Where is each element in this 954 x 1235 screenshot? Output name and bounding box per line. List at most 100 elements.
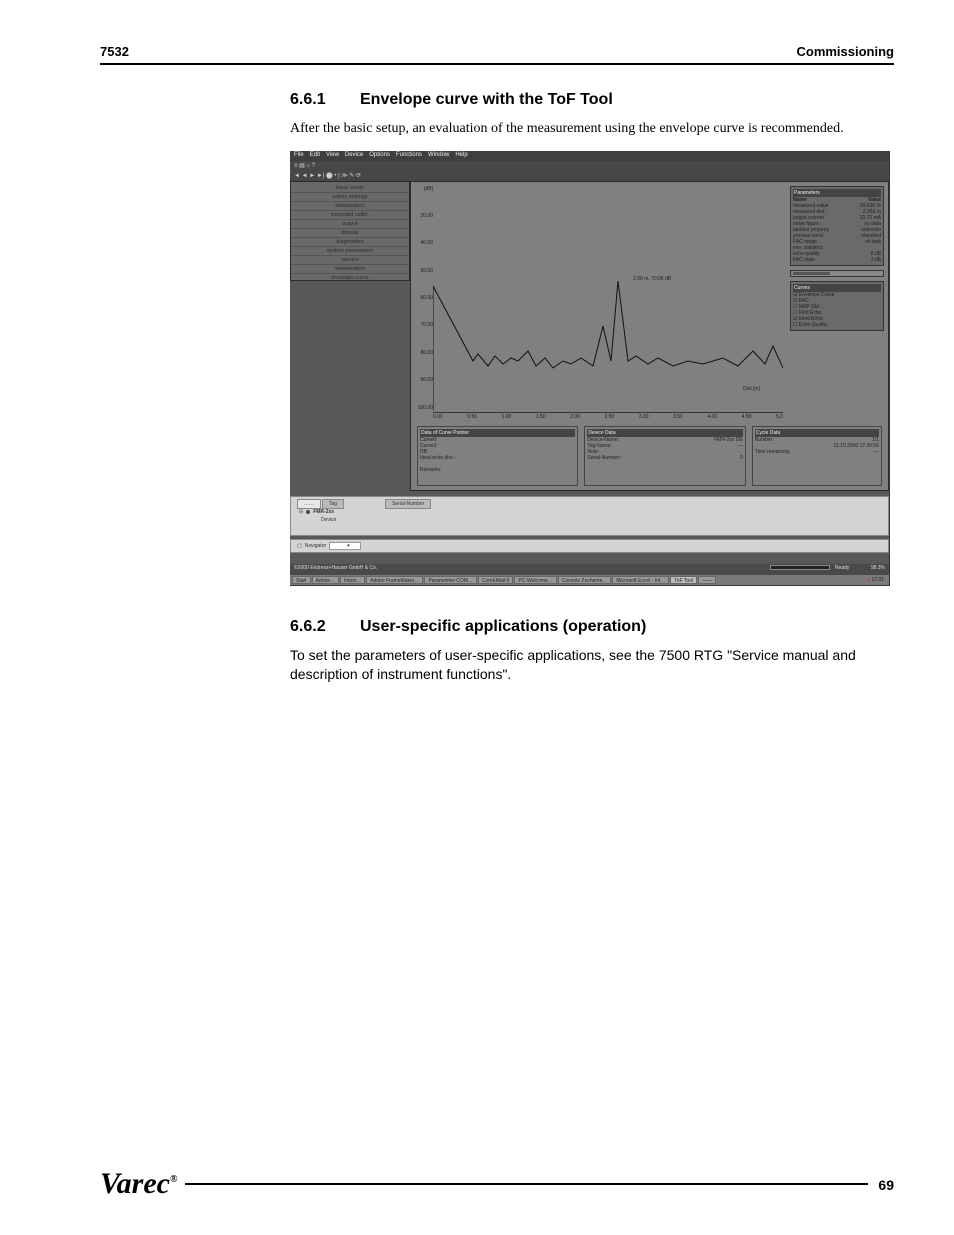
menu-item[interactable]: File — [294, 152, 304, 160]
sidebar-item[interactable]: output — [291, 220, 409, 229]
sidebar-item[interactable]: safety settings — [291, 193, 409, 202]
sidebar-item[interactable]: basic setup — [291, 184, 409, 193]
menubar[interactable]: File Edit View Device Options Functions … — [290, 151, 889, 161]
device-sub-label: Device — [321, 517, 336, 523]
peak-annotation: 2.96 m, 70.05 dB — [633, 276, 671, 282]
device-list-tabs[interactable]: …… Tag Serial-Number — [297, 499, 431, 509]
menu-item[interactable]: Edit — [310, 152, 320, 160]
taskbar-item[interactable]: Inbox… — [340, 576, 365, 584]
sidebar-item[interactable]: linearisation — [291, 202, 409, 211]
taskbar-item[interactable]: Parametrier-COM… — [424, 576, 476, 584]
sidebar-item[interactable]: envelope curve — [291, 274, 409, 283]
box-title: Curves — [793, 284, 881, 292]
section-6-6-1-body: After the basic setup, an evaluation of … — [290, 119, 894, 139]
sidebar-item[interactable]: linearization — [291, 265, 409, 274]
info-row: Serial-Number:0 — [587, 455, 742, 461]
toolbar-nav[interactable]: ◄ ◄ ► ►| ⬤ • | ≫ ✎ ⟳ — [290, 171, 889, 181]
section-number: 6.6.2 — [290, 618, 360, 636]
plot-area[interactable]: 2.96 m, 70.05 dB Dist [m] — [433, 186, 783, 411]
envelope-plot-panel: [dB] 20.00 40.00 50.00 60.00 70.00 80.00… — [410, 181, 889, 491]
menu-item[interactable]: Options — [369, 152, 390, 160]
x-tick: 1.00 — [502, 414, 512, 420]
section-number: 6.6.1 — [290, 91, 360, 109]
page-footer: Varec® 69 — [100, 1161, 894, 1195]
sidebar-item[interactable]: service — [291, 256, 409, 265]
copyright-text: ©2000 Endress+Hauser GmbH & Co. — [294, 565, 377, 574]
section-6-6-1-heading: 6.6.1 Envelope curve with the ToF Tool — [290, 91, 894, 109]
menu-item[interactable]: Device — [345, 152, 363, 160]
tab[interactable]: Serial-Number — [385, 499, 431, 509]
curves-box: Curves ☑ Envelope Curve ☑ FAC ☐ MAP Old … — [790, 281, 884, 331]
device-list-window[interactable]: …… Tag Serial-Number ⊟ FMR-2xx Device — [290, 496, 889, 536]
device-tree-item[interactable]: ⊟ FMR-2xx — [299, 509, 334, 515]
sidebar-item[interactable]: extended calibr. — [291, 211, 409, 220]
box-title: Cycle Data — [755, 429, 879, 437]
tof-tool-screenshot: File Edit View Device Options Functions … — [290, 151, 890, 586]
y-tick: 80.00 — [415, 350, 433, 356]
remarks-label: Remarks: — [420, 467, 575, 473]
info-row: Time remaining:— — [755, 449, 879, 455]
taskbar-item[interactable]: ComEMail-0 — [478, 576, 514, 584]
box-title: Device Data — [587, 429, 742, 437]
menu-item[interactable]: Help — [455, 152, 467, 160]
x-tick: 5.0 — [776, 414, 783, 420]
x-tick: 3.50 — [673, 414, 683, 420]
menu-item[interactable]: View — [326, 152, 339, 160]
x-tick: 1.50 — [536, 414, 546, 420]
status-ready: Ready — [835, 565, 849, 571]
header-section: Commissioning — [796, 44, 894, 59]
footer-divider — [185, 1183, 868, 1185]
navigator-combo[interactable]: ▾ — [329, 542, 360, 550]
tab[interactable]: Tag — [322, 499, 344, 509]
device-data-box: Device Data Device-Name:FMR-2xx DE Tag-N… — [584, 426, 745, 486]
y-tick: 50.00 — [415, 268, 433, 274]
nav-sidebar[interactable]: basic setup safety settings linearisatio… — [290, 181, 410, 281]
bottom-info-row: Data of Curve Pointer Curve0: Curve3: DB… — [417, 426, 882, 486]
y-tick: 20.00 — [415, 213, 433, 219]
sidebar-item[interactable]: system parameters — [291, 247, 409, 256]
x-tick: 2.50 — [604, 414, 614, 420]
taskbar-item[interactable]: Microsoft Excel - Inf… — [612, 576, 669, 584]
taskbar-item[interactable]: Adobe… — [312, 576, 339, 584]
plot-y-axis: [dB] 20.00 40.00 50.00 60.00 70.00 80.00… — [415, 186, 433, 411]
box-title: Data of Curve Pointer — [420, 429, 575, 437]
toolbar[interactable]: ≡ ▤ ⌂ ? — [290, 161, 889, 171]
status-dot-icon — [306, 510, 310, 514]
menu-item[interactable]: Window — [428, 152, 449, 160]
taskbar-item[interactable]: PC-Welcome… — [514, 576, 556, 584]
taskbar-item-active[interactable]: ToF Tool — [670, 576, 697, 584]
info-row: Ideal echo dist.: — [420, 455, 575, 461]
start-button[interactable]: Start — [292, 576, 311, 584]
taskbar-clock: ● 17:31 — [864, 576, 887, 584]
x-tick: 0.50 — [467, 414, 477, 420]
status-bar: ©2000 Endress+Hauser GmbH & Co. Ready 98… — [290, 564, 889, 575]
curve-checkbox[interactable]: ☐ Echo Quality — [793, 322, 881, 328]
section-6-6-2-body: To set the parameters of user-specific a… — [290, 646, 894, 685]
varec-logo: Varec® — [100, 1167, 177, 1201]
page-header: 7532 Commissioning — [100, 44, 894, 65]
scrollbar[interactable] — [790, 270, 884, 277]
plot-x-axis: 0.00 0.50 1.00 1.50 2.00 2.50 3.00 3.50 … — [433, 412, 783, 420]
section-6-6-2-heading: 6.6.2 User-specific applications (operat… — [290, 618, 894, 636]
taskbar-item[interactable]: Adobe FrameMaker… — [366, 576, 423, 584]
sidebar-item[interactable]: display — [291, 229, 409, 238]
x-unit: Dist [m] — [743, 386, 760, 392]
x-tick: 2.00 — [570, 414, 580, 420]
y-tick: 60.00 — [415, 295, 433, 301]
envelope-curve-line — [433, 186, 783, 411]
y-tick: 70.00 — [415, 322, 433, 328]
taskbar-item[interactable]: Console Zocheme… — [558, 576, 612, 584]
progress-bar — [770, 565, 830, 570]
y-tick: 90.00 — [415, 377, 433, 383]
menu-item[interactable]: Functions — [396, 152, 422, 160]
device-name: FMR-2xx — [313, 509, 334, 515]
taskbar-item[interactable]: —— — [698, 576, 716, 584]
cycle-data-box: Cycle Data Number:1/1 11.10.2000 17:30:5… — [752, 426, 882, 486]
curve-pointer-box: Data of Curve Pointer Curve0: Curve3: DB… — [417, 426, 578, 486]
navigator-window[interactable]: ▢Navigator ▾ — [290, 539, 889, 553]
param-row: FAC state3 dB — [793, 257, 881, 263]
sidebar-item[interactable]: diagnostics — [291, 238, 409, 247]
section-title: User-specific applications (operation) — [360, 618, 646, 636]
tab[interactable]: …… — [297, 499, 321, 509]
taskbar[interactable]: Start Adobe… Inbox… Adobe FrameMaker… Pa… — [290, 575, 889, 585]
